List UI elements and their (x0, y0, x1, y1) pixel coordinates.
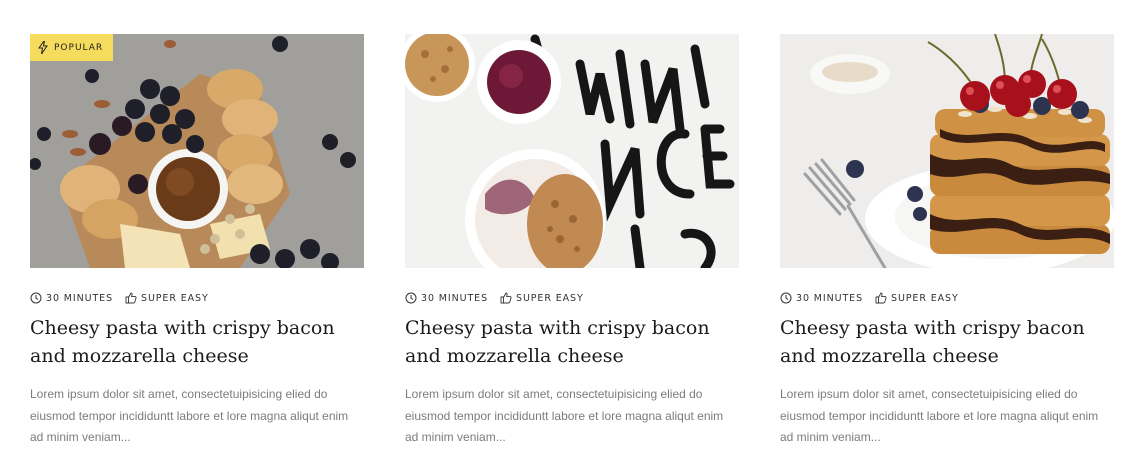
time-label: 30 MINUTES (421, 292, 489, 304)
thumbs-up-icon (500, 292, 512, 304)
granola-bowls-photo (405, 34, 739, 268)
thumbs-up-icon (125, 292, 137, 304)
time-info: 30 MINUTES (780, 292, 863, 304)
difficulty-info: SUPER EASY (125, 292, 209, 304)
recipe-grid: POPULAR 30 MINUTES SUPER EASY Cheesy pas… (30, 34, 1114, 449)
clock-icon (780, 292, 792, 304)
time-label: 30 MINUTES (46, 292, 114, 304)
time-info: 30 MINUTES (30, 292, 113, 304)
recipe-title[interactable]: Cheesy pasta with crispy bacon and mozza… (405, 314, 735, 370)
popular-badge: POPULAR (30, 34, 114, 61)
recipe-meta: 30 MINUTES SUPER EASY (30, 292, 364, 304)
recipe-excerpt: Lorem ipsum dolor sit amet, consectetuip… (405, 387, 724, 444)
clock-icon (30, 292, 42, 304)
recipe-card: 30 MINUTES SUPER EASY Cheesy pasta with … (405, 34, 739, 449)
recipe-image[interactable]: POPULAR (30, 34, 364, 268)
thumbs-up-icon (875, 292, 887, 304)
badge-label: POPULAR (54, 42, 104, 53)
recipe-excerpt: Lorem ipsum dolor sit amet, consectetuip… (30, 387, 349, 444)
difficulty-label: SUPER EASY (891, 292, 959, 304)
cheese-board-photo (30, 34, 364, 268)
difficulty-info: SUPER EASY (500, 292, 584, 304)
recipe-image[interactable] (405, 34, 739, 268)
time-info: 30 MINUTES (405, 292, 488, 304)
clock-icon (405, 292, 417, 304)
recipe-card: 30 MINUTES SUPER EASY Cheesy pasta with … (780, 34, 1114, 449)
recipe-meta: 30 MINUTES SUPER EASY (780, 292, 1114, 304)
time-label: 30 MINUTES (796, 292, 864, 304)
recipe-card: POPULAR 30 MINUTES SUPER EASY Cheesy pas… (30, 34, 364, 449)
recipe-excerpt: Lorem ipsum dolor sit amet, consectetuip… (780, 387, 1099, 444)
recipe-title[interactable]: Cheesy pasta with crispy bacon and mozza… (780, 314, 1110, 370)
recipe-meta: 30 MINUTES SUPER EASY (405, 292, 739, 304)
difficulty-info: SUPER EASY (875, 292, 959, 304)
recipe-image[interactable] (780, 34, 1114, 268)
difficulty-label: SUPER EASY (141, 292, 209, 304)
recipe-title[interactable]: Cheesy pasta with crispy bacon and mozza… (30, 314, 360, 370)
waffles-photo (780, 34, 1114, 268)
lightning-icon (38, 41, 48, 54)
difficulty-label: SUPER EASY (516, 292, 584, 304)
